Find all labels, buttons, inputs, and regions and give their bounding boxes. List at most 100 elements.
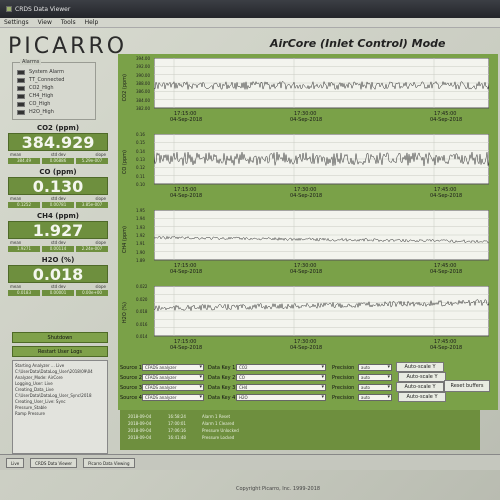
datakey-label: Data Key 3 <box>208 384 236 391</box>
stat-value: 2.24e-007 <box>76 246 108 252</box>
readout-label: H2O (%) <box>41 256 75 264</box>
readout-2: CH4 (ppm) 1.927 mean std dev slope 1.9271 0… <box>8 212 108 252</box>
precision-select[interactable]: auto <box>358 394 392 401</box>
plots-panel: CO2 (ppm) 394.00 392.00 390.00 388.00 386.00 3… <box>118 54 498 360</box>
source-select[interactable]: CFADS analyzer <box>142 364 204 371</box>
stat-label: std dev <box>50 240 66 245</box>
taskbar-item[interactable]: CRDS Data Viewer <box>30 457 78 468</box>
alarm-row: TT_Connected <box>13 76 95 84</box>
alarms-panel: System Alarm TT_Connected CO2_High CH4_H… <box>12 62 96 120</box>
source-select[interactable]: CFADS analyzer <box>142 374 204 381</box>
stat-label: mean <box>10 196 22 201</box>
precision-select[interactable]: auto <box>358 364 392 371</box>
plot-xtick-date: 04-Sep-2018 <box>170 269 202 275</box>
event-message: Alarm 1 Cleared <box>202 421 235 426</box>
menu-view[interactable]: View <box>38 19 52 26</box>
control-row: Source 2 CFADS analyzer Data Key 2 CO Pr… <box>120 373 392 382</box>
stat-label: std dev <box>50 284 66 289</box>
reset-buffers-button[interactable]: Reset buffers <box>444 380 490 392</box>
event-row: 2018-09-04 16:58:24 Alarm 1 Reset <box>128 413 472 420</box>
plot-ytick: 1.95 <box>136 208 145 213</box>
app-icon <box>6 6 12 12</box>
event-message: Pressure Unlocked <box>202 428 239 433</box>
plot-xtick-date: 04-Sep-2018 <box>430 117 462 123</box>
menu-settings[interactable]: Settings <box>4 19 29 26</box>
stat-label: slope <box>95 152 106 157</box>
stat-value: 0.00001 <box>42 290 74 296</box>
control-row: Source 3 CFADS analyzer Data Key 3 CH4 P… <box>120 383 392 392</box>
menu-tools[interactable]: Tools <box>61 19 76 26</box>
mode-title: AirCore (Inlet Control) Mode <box>270 37 446 50</box>
alarm-row: H2O_High <box>13 108 95 116</box>
event-message: Pressure Locked <box>202 435 235 440</box>
log-line: Ramp Pressure <box>15 411 45 416</box>
plot-area[interactable]: 17:15:0004-Sep-201817:30:0004-Sep-201817… <box>154 210 489 280</box>
stat-value: 0.1252 <box>8 202 40 208</box>
menu-help[interactable]: Help <box>85 19 99 26</box>
menu-bar: Settings View Tools Help <box>0 18 500 28</box>
datakey-select[interactable]: CO <box>236 374 326 381</box>
plot-xtick-date: 04-Sep-2018 <box>430 345 462 351</box>
readout-label: CO (ppm) <box>39 168 77 176</box>
alarm-label: CO_High <box>29 101 51 107</box>
precision-label: Precision <box>332 384 355 391</box>
plot-area[interactable]: 17:15:0004-Sep-201817:30:0004-Sep-201817… <box>154 134 489 204</box>
readout-label: CO2 (ppm) <box>36 124 80 132</box>
restart-logs-button[interactable]: Restart User Logs <box>12 346 108 357</box>
readout-value: 1.927 <box>8 221 108 240</box>
autoscale-button[interactable]: Auto-scale Y <box>398 372 446 382</box>
control-row: Source 1 CFADS analyzer Data Key 1 CO2 P… <box>120 363 392 372</box>
plot-ytick: 1.91 <box>136 241 145 247</box>
precision-select[interactable]: auto <box>358 374 392 381</box>
plot-3[interactable]: H2O (%) 0.022 0.020 0.018 0.016 0.014 17:15:00… <box>122 284 494 356</box>
source-select[interactable]: CFADS analyzer <box>142 384 204 391</box>
datakey-select[interactable]: CH4 <box>236 384 326 391</box>
plot-ytick: 384.00 <box>136 97 150 103</box>
plot-ytick: 0.13 <box>136 157 145 162</box>
datakey-label: Data Key 2 <box>208 374 236 381</box>
autoscale-button[interactable]: Auto-scale Y <box>396 362 444 372</box>
taskbar-item[interactable]: Live <box>6 457 25 468</box>
plot-area[interactable]: 17:15:0004-Sep-201817:30:0004-Sep-201817… <box>154 58 489 128</box>
shutdown-button[interactable]: Shutdown <box>12 332 108 343</box>
stat-value: 0.00114 <box>42 246 74 252</box>
plot-xtick-date: 04-Sep-2018 <box>290 345 322 351</box>
plot-ytick: 0.10 <box>136 182 145 187</box>
plot-ytick: 392.00 <box>136 64 150 70</box>
plot-ytick: 0.15 <box>136 140 145 146</box>
taskbar-item[interactable]: Picarro Data Viewing <box>83 457 135 468</box>
event-date: 2018-09-04 <box>128 414 152 419</box>
window-title: CRDS Data Viewer <box>15 5 71 13</box>
source-select[interactable]: CFADS analyzer <box>142 394 204 401</box>
plot-ylabel: CO2 (ppm) <box>122 74 128 102</box>
event-time: 16:41:48 <box>168 435 186 440</box>
plot-ytick: 0.12 <box>136 165 145 171</box>
autoscale-button[interactable]: Auto-scale Y <box>398 392 446 402</box>
plot-ytick: 0.018 <box>136 309 148 314</box>
alarm-label: CO2_High <box>29 85 54 91</box>
plot-ytick: 0.022 <box>136 284 148 289</box>
event-message: Alarm 1 Reset <box>202 414 231 419</box>
datakey-select[interactable]: H2O <box>236 394 326 401</box>
plot-xtick-date: 04-Sep-2018 <box>290 193 322 199</box>
datakey-select[interactable]: CO2 <box>236 364 326 371</box>
plot-2[interactable]: CH4 (ppm) 1.95 1.94 1.93 1.92 1.91 1.90 1.89 17:… <box>122 208 494 280</box>
plot-0[interactable]: CO2 (ppm) 394.00 392.00 390.00 388.00 386.00 3… <box>122 56 494 128</box>
plot-ytick: 0.016 <box>136 321 148 327</box>
source-label: Source 4 <box>120 394 142 401</box>
plot-xtick-date: 04-Sep-2018 <box>170 117 202 123</box>
plot-ylabel: CH4 (ppm) <box>122 226 128 254</box>
autoscale-button[interactable]: Auto-scale Y <box>396 382 444 392</box>
plot-area[interactable]: 17:15:0004-Sep-201817:30:0004-Sep-201817… <box>154 286 489 356</box>
plot-controls: Source 1 CFADS analyzer Data Key 1 CO2 P… <box>118 360 498 410</box>
event-date: 2018-09-04 <box>128 435 152 440</box>
plot-1[interactable]: CO (ppm) 0.16 0.15 0.14 0.13 0.12 0.11 0.10 17:1… <box>122 132 494 204</box>
screen: CRDS Data Viewer Settings View Tools Hel… <box>0 0 500 500</box>
brand-logo: PICARRO <box>8 34 128 59</box>
stat-value: 0.00e+00 <box>76 290 108 296</box>
log-window[interactable]: Starting Analyzer ... Live C:\UserData\Da… <box>12 360 108 454</box>
precision-select[interactable]: auto <box>358 384 392 391</box>
event-time: 17:00:01 <box>168 421 186 426</box>
readouts-column: CO2 (ppm) 384.929 mean std dev slope 384.4… <box>8 124 108 300</box>
plot-ytick: 0.14 <box>136 148 145 154</box>
